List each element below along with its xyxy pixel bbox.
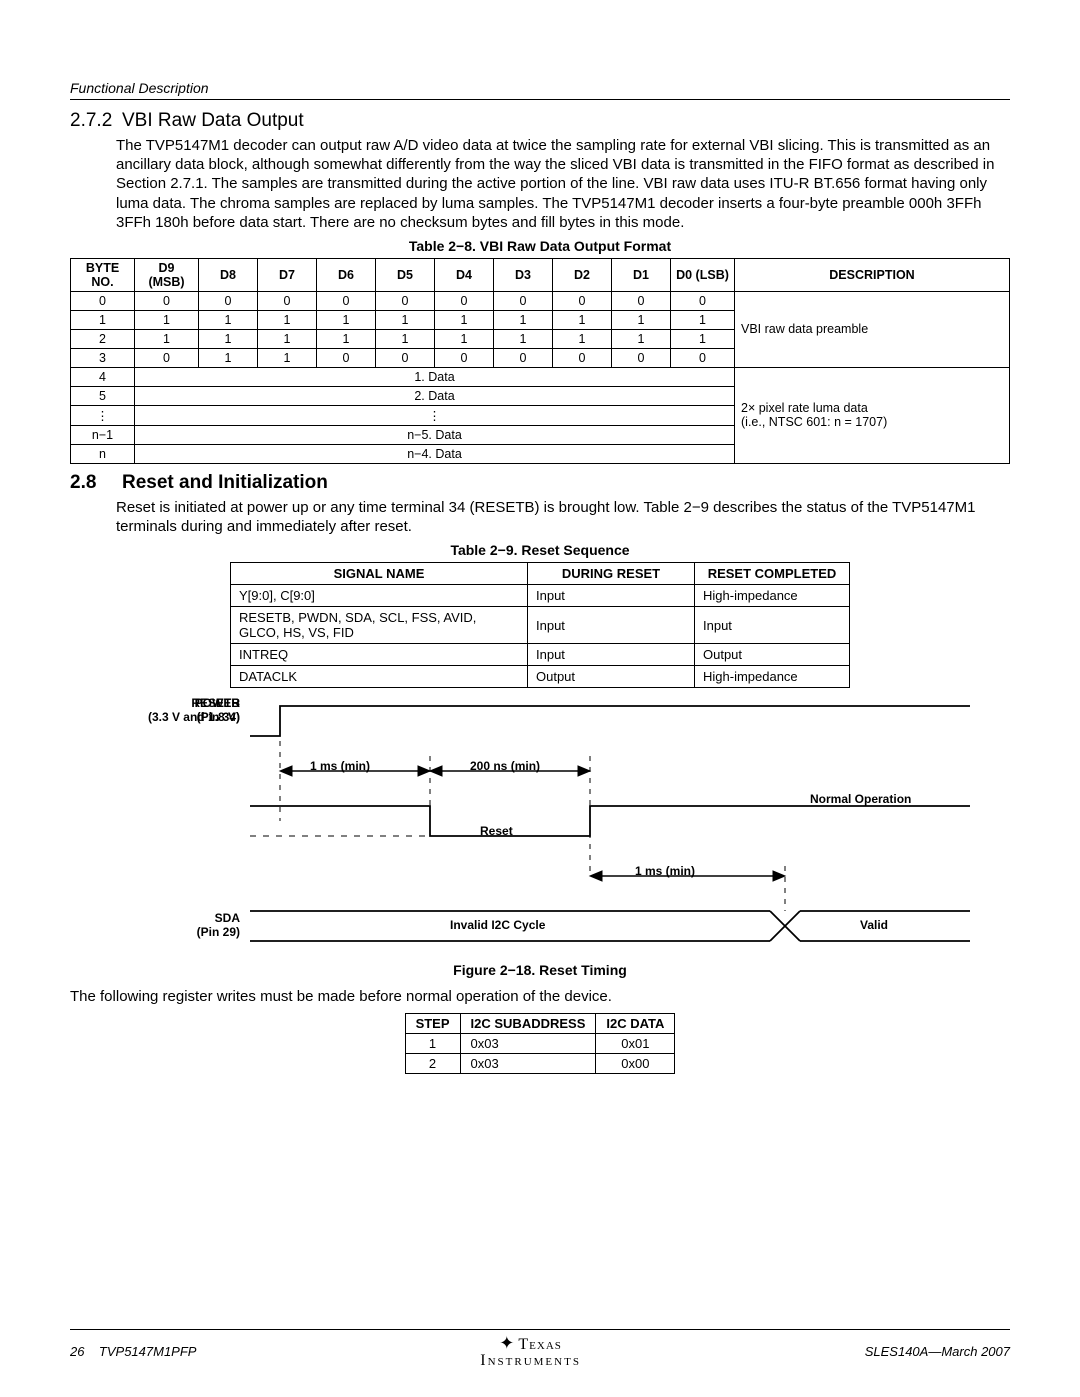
paragraph: The TVP5147M1 decoder can output raw A/D…: [116, 136, 1010, 232]
note-200ns: 200 ns (min): [470, 759, 540, 773]
table-2-9: SIGNAL NAME DURING RESET RESET COMPLETED…: [230, 562, 850, 688]
col-d0: D0 (LSB): [671, 258, 735, 291]
heading-2.7.2: 2.7.2VBI Raw Data Output: [70, 110, 1010, 132]
figure-2-18-timing-diagram: POWER(3.3 V and 1.8 V) RESETB(Pin 34) SD…: [70, 696, 1010, 956]
note-valid: Valid: [860, 918, 888, 932]
sda-label: SDA(Pin 29): [70, 911, 240, 939]
col-reset-completed: RESET COMPLETED: [695, 563, 850, 585]
table-row: DATACLKOutputHigh-impedance: [231, 666, 850, 688]
table-2-8-caption: Table 2−8. VBI Raw Data Output Format: [70, 238, 1010, 254]
table-row: 20x030x00: [405, 1054, 675, 1074]
part-number: TVP5147M1PFP: [99, 1344, 197, 1359]
page-number: 26: [70, 1344, 84, 1359]
figure-2-18-caption: Figure 2−18. Reset Timing: [70, 962, 1010, 978]
table-2-8: BYTE NO. D9 (MSB) D8 D7 D6 D5 D4 D3 D2 D…: [70, 258, 1010, 464]
col-step: STEP: [405, 1014, 460, 1034]
ti-logo: ✦ Texas Instruments: [480, 1334, 581, 1369]
table-row: Y[9:0], C[9:0]InputHigh-impedance: [231, 585, 850, 607]
running-header: Functional Description: [70, 80, 1010, 100]
heading-number: 2.7.2: [70, 110, 122, 132]
col-description: DESCRIPTION: [735, 258, 1010, 291]
note-normal-op: Normal Operation: [810, 792, 911, 806]
col-i2c-data: I2C DATA: [596, 1014, 675, 1034]
table-2-9-caption: Table 2−9. Reset Sequence: [70, 542, 1010, 558]
col-d4: D4: [435, 258, 494, 291]
col-d1: D1: [612, 258, 671, 291]
col-d9: D9 (MSB): [135, 258, 199, 291]
col-d3: D3: [494, 258, 553, 291]
note-1ms-a: 1 ms (min): [310, 759, 370, 773]
table-row: INTREQInputOutput: [231, 644, 850, 666]
paragraph: Reset is initiated at power up or any ti…: [116, 498, 1010, 536]
col-d5: D5: [376, 258, 435, 291]
table-row: 10x030x01: [405, 1034, 675, 1054]
note-reset: Reset: [480, 824, 513, 838]
col-d6: D6: [317, 258, 376, 291]
page-footer: 26 TVP5147M1PFP ✦ Texas Instruments SLES…: [70, 1329, 1010, 1369]
table-row: RESETB, PWDN, SDA, SCL, FSS, AVID, GLCO,…: [231, 607, 850, 644]
col-byte-no: BYTE NO.: [71, 258, 135, 291]
col-during-reset: DURING RESET: [528, 563, 695, 585]
col-d2: D2: [553, 258, 612, 291]
col-d8: D8: [199, 258, 258, 291]
heading-number: 2.8: [70, 472, 122, 494]
doc-id: SLES140A—March 2007: [865, 1344, 1010, 1359]
heading-title: Reset and Initialization: [122, 472, 328, 493]
resetb-label: RESETB(Pin 34): [70, 696, 240, 724]
note-invalid-i2c: Invalid I2C Cycle: [450, 918, 545, 932]
page: Functional Description 2.7.2VBI Raw Data…: [0, 0, 1080, 1397]
paragraph: The following register writes must be ma…: [70, 988, 1010, 1005]
col-i2c-subaddress: I2C SUBADDRESS: [460, 1014, 596, 1034]
heading-title: VBI Raw Data Output: [122, 110, 304, 131]
table-init-writes: STEP I2C SUBADDRESS I2C DATA 10x030x0120…: [405, 1013, 676, 1074]
heading-2.8: 2.8Reset and Initialization: [70, 472, 1010, 494]
table-row: 41. Data2× pixel rate luma data(i.e., NT…: [71, 367, 1010, 386]
col-signal-name: SIGNAL NAME: [231, 563, 528, 585]
note-1ms-b: 1 ms (min): [635, 864, 695, 878]
col-d7: D7: [258, 258, 317, 291]
table-row: 00000000000VBI raw data preamble: [71, 291, 1010, 310]
